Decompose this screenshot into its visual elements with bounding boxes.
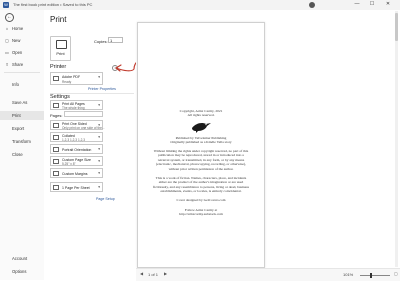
fiction-line: establishments, events, or locales, is e…: [160, 189, 242, 194]
nav-label: Export: [12, 126, 25, 131]
one-sided-icon: [53, 123, 59, 128]
nav-label: Options: [12, 269, 27, 274]
page-size-icon: [53, 159, 59, 164]
page-indicator[interactable]: 1 of 1: [148, 272, 158, 277]
cover-credit-line: Cover designed by GetCovers.com: [176, 198, 226, 202]
setting-title: Custom Margins: [62, 172, 88, 176]
setting-subtitle: 5.25" x 8": [62, 162, 76, 166]
rights-line: All rights reserved.: [187, 113, 215, 118]
nav-label: Close: [12, 152, 23, 157]
chevron-down-icon: ▾: [98, 185, 100, 189]
printer-properties-link[interactable]: Printer Properties: [88, 87, 116, 91]
chevron-down-icon: ▾: [98, 103, 100, 107]
nav-item-account[interactable]: Account: [0, 254, 44, 263]
pages-per-sheet-select[interactable]: 1 Page Per Sheet ▾: [50, 182, 103, 192]
preview-page: Copyright, Artist Carmy, 2021 All rights…: [137, 22, 265, 268]
nav-item-home[interactable]: ⌂ Home: [0, 24, 44, 33]
printer-heading: Printer: [50, 64, 67, 70]
margins-icon: [53, 171, 59, 176]
paper-size-select[interactable]: Custom Page Size 5.25" x 8" ▾: [50, 156, 103, 166]
nav-label: Transform: [12, 139, 31, 144]
zoom-slider[interactable]: [360, 275, 390, 276]
share-icon: ⇪: [5, 62, 9, 67]
page-setup-link[interactable]: Page Setup: [96, 197, 115, 201]
margins-select[interactable]: Custom Margins ▾: [50, 168, 103, 178]
nav-item-transform[interactable]: Transform: [0, 137, 44, 146]
orientation-select[interactable]: Portrait Orientation ▾: [50, 144, 103, 154]
pages-input[interactable]: [64, 111, 103, 117]
nav-item-print[interactable]: Print: [0, 111, 44, 120]
collation-select[interactable]: Collated 1,2,3 1,2,3 1,2,3 ▾: [50, 132, 103, 142]
chevron-down-icon: ▾: [98, 75, 100, 79]
nav-label: Account: [12, 256, 28, 261]
nav-item-options[interactable]: Options: [0, 267, 44, 276]
home-icon: ⌂: [5, 26, 9, 31]
setting-title: 1 Page Per Sheet: [62, 186, 90, 190]
preview-scrollbar[interactable]: [395, 11, 398, 267]
print-range-select[interactable]: Print All Pages The whole thing ▾: [50, 100, 103, 110]
setting-subtitle: The whole thing: [62, 106, 85, 110]
publisher-logo-icon: [192, 123, 211, 133]
copies-input[interactable]: 1: [108, 37, 123, 43]
nav-item-save-as[interactable]: Save As: [0, 98, 44, 107]
nav-label: Save As: [12, 100, 28, 105]
nav-item-info[interactable]: Info: [0, 80, 44, 89]
follow-url-line: http://artistcarmy.substack.com: [179, 212, 223, 217]
printer-icon: [56, 40, 67, 49]
chevron-down-icon: ▾: [98, 123, 100, 127]
previous-page-icon[interactable]: ◀: [140, 271, 143, 276]
pages-label: Pages:: [50, 113, 63, 118]
printer-name: Adobe PDF: [62, 75, 81, 79]
nav-label: Share: [12, 62, 24, 67]
close-button[interactable]: ✕: [383, 1, 393, 7]
nav-item-open[interactable]: ▭ Open: [0, 48, 44, 57]
avatar[interactable]: [309, 2, 315, 8]
backstage-nav: ← ⌂ Home ▢ New ▭ Open ⇪ Share Info Save As P…: [0, 10, 45, 280]
sides-select[interactable]: Print One Sided Only print on one side o…: [50, 120, 105, 130]
print-button[interactable]: Print: [50, 36, 71, 61]
printer-icon: [53, 76, 59, 81]
nav-item-export[interactable]: Export: [0, 124, 44, 133]
setting-title: Portrait Orientation: [62, 148, 92, 152]
printer-select[interactable]: Adobe PDF Ready ▾: [50, 72, 103, 85]
nav-label: New: [12, 38, 21, 43]
minimize-button[interactable]: —: [352, 1, 362, 7]
nav-label: Info: [12, 82, 19, 87]
maximize-button[interactable]: ☐: [367, 1, 377, 7]
chevron-down-icon: ▾: [98, 171, 100, 175]
original-publication-line: Originally published as a Kindle Vella s…: [170, 140, 232, 145]
nav-item-share[interactable]: ⇪ Share: [0, 60, 44, 69]
legal-line: without prior written permission of the …: [168, 166, 234, 171]
nav-divider: [4, 72, 40, 73]
folder-icon: ▭: [5, 50, 9, 55]
page-title: Print: [50, 15, 67, 24]
nav-item-new[interactable]: ▢ New: [0, 36, 44, 45]
zoom-level: 101%: [343, 272, 354, 277]
zoom-slider-handle[interactable]: [370, 273, 372, 278]
window-title: The first book print edition • Saved to …: [13, 2, 93, 7]
new-doc-icon: ▢: [5, 38, 9, 43]
chevron-down-icon: ▾: [98, 147, 100, 151]
nav-label: Open: [12, 50, 23, 55]
portrait-icon: [53, 147, 59, 152]
collated-icon: [53, 135, 59, 140]
scrollbar-thumb[interactable]: [395, 13, 398, 41]
chevron-down-icon: ▾: [98, 159, 100, 163]
nav-label: Print: [12, 113, 21, 118]
preview-footer: ◀ 1 of 1 ▶ 101% ▢: [136, 268, 400, 281]
zoom-to-page-icon[interactable]: ▢: [394, 271, 398, 276]
nav-item-close[interactable]: Close: [0, 150, 44, 159]
chevron-down-icon: ▾: [98, 135, 100, 139]
pages-per-sheet-icon: [53, 185, 59, 190]
next-page-icon[interactable]: ▶: [164, 271, 167, 276]
print-button-label: Print: [56, 51, 65, 56]
app-logo-icon: W: [3, 2, 9, 8]
back-arrow-icon[interactable]: ←: [5, 13, 14, 22]
setting-subtitle: 1,2,3 1,2,3 1,2,3: [62, 138, 86, 142]
nav-label: Home: [12, 26, 24, 31]
pages-icon: [53, 103, 59, 108]
print-panel: Print Print Copies: 1 Printer i Adobe PD…: [44, 10, 136, 280]
printer-status: Ready: [62, 80, 72, 84]
copies-label: Copies:: [94, 39, 108, 44]
